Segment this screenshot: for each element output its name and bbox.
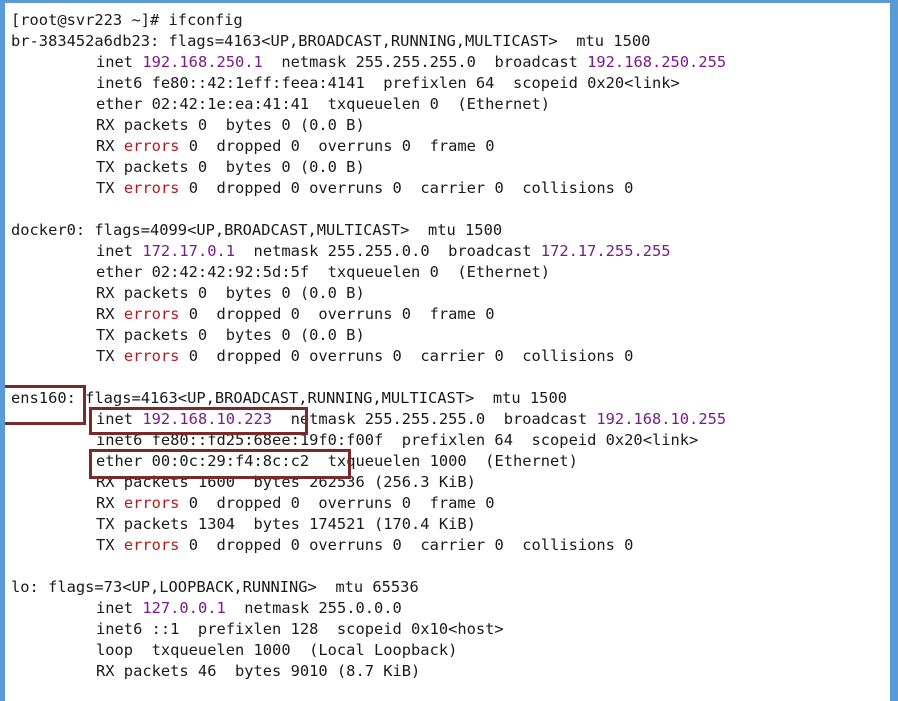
errors-keyword: errors <box>123 137 180 155</box>
tx-label: TX <box>96 179 124 197</box>
inet-line: inet 127.0.0.1 netmask 255.0.0.0 <box>96 598 402 619</box>
errors-keyword: errors <box>123 305 180 323</box>
tx-errors-values: 0 dropped 0 overruns 0 carrier 0 collisi… <box>179 536 634 554</box>
inet6-line: inet6 fe80::42:1eff:feea:4141 prefixlen … <box>96 74 680 92</box>
inet-address-highlight-box <box>89 407 308 435</box>
tx-errors-values: 0 dropped 0 overruns 0 carrier 0 collisi… <box>179 347 634 365</box>
inet-line: inet 172.17.0.1 netmask 255.255.0.0 broa… <box>96 241 671 262</box>
netmask-text: netmask 255.255.255.0 broadcast <box>272 410 597 428</box>
rx-label: RX <box>96 305 124 323</box>
tx-packets-line: TX packets 1304 bytes 174521 (170.4 KiB) <box>96 515 476 533</box>
interface-flags: : flags=73<UP,LOOPBACK,RUNNING> mtu 6553… <box>29 578 419 596</box>
rx-packets-line: RX packets 0 bytes 0 (0.0 B) <box>96 116 365 134</box>
netmask-text: netmask 255.0.0.0 <box>225 599 402 617</box>
rx-errors-line: RX errors 0 dropped 0 overruns 0 frame 0 <box>96 493 494 514</box>
interface-flags: : flags=4163<UP,BROADCAST,RUNNING,MULTIC… <box>150 32 651 50</box>
rx-label: RX <box>96 137 124 155</box>
rx-packets-line: RX packets 46 bytes 9010 (8.7 KiB) <box>96 662 421 680</box>
interface-flags: : flags=4099<UP,BROADCAST,MULTICAST> mtu… <box>75 221 503 239</box>
window-border-right <box>890 0 898 701</box>
inet-line: inet 192.168.250.1 netmask 255.255.255.0… <box>96 52 726 73</box>
mac-address-highlight-box <box>89 449 351 479</box>
tx-errors-line: TX errors 0 dropped 0 overruns 0 carrier… <box>96 535 633 556</box>
ether-line: ether 02:42:1e:ea:41:41 txqueuelen 0 (Et… <box>96 95 551 113</box>
inet-address: 127.0.0.1 <box>142 599 226 617</box>
errors-keyword: errors <box>123 179 180 197</box>
inet-address: 172.17.0.1 <box>142 242 236 260</box>
interface-header-line: lo: flags=73<UP,LOOPBACK,RUNNING> mtu 65… <box>11 577 419 598</box>
rx-label: RX <box>96 494 124 512</box>
loop-line: loop txqueuelen 1000 (Local Loopback) <box>96 641 458 659</box>
interface-name-highlight-box <box>5 385 86 425</box>
inet-label: inet <box>96 599 143 617</box>
command-prompt-line: [root@svr223 ~]# ifconfig <box>11 10 243 31</box>
rx-packets-line: RX packets 0 bytes 0 (0.0 B) <box>96 284 365 302</box>
interface-header-line: docker0: flags=4099<UP,BROADCAST,MULTICA… <box>11 220 502 241</box>
tx-packets-line: TX packets 0 bytes 0 (0.0 B) <box>96 326 365 344</box>
tx-label: TX <box>96 347 124 365</box>
tx-label: TX <box>96 536 124 554</box>
broadcast-address: 172.17.255.255 <box>540 242 671 260</box>
interface-name: docker0 <box>11 221 76 239</box>
errors-keyword: errors <box>123 494 180 512</box>
interface-flags: : flags=4163<UP,BROADCAST,RUNNING,MULTIC… <box>66 389 567 407</box>
tx-packets-line: TX packets 0 bytes 0 (0.0 B) <box>96 158 365 176</box>
inet-label: inet <box>96 242 143 260</box>
tx-errors-values: 0 dropped 0 overruns 0 carrier 0 collisi… <box>179 179 634 197</box>
interface-header-line: br-383452a6db23: flags=4163<UP,BROADCAST… <box>11 31 650 52</box>
rx-errors-line: RX errors 0 dropped 0 overruns 0 frame 0 <box>96 304 494 325</box>
inet-label: inet <box>96 53 143 71</box>
errors-keyword: errors <box>123 536 180 554</box>
broadcast-address: 192.168.250.255 <box>587 53 727 71</box>
shell-prompt: [root@svr223 ~]# <box>11 11 169 29</box>
tx-errors-line: TX errors 0 dropped 0 overruns 0 carrier… <box>96 346 633 367</box>
rx-errors-values: 0 dropped 0 overruns 0 frame 0 <box>179 305 495 323</box>
inet6-line: inet6 ::1 prefixlen 128 scopeid 0x10<hos… <box>96 620 504 638</box>
command-text: ifconfig <box>168 11 243 29</box>
inet-address: 192.168.250.1 <box>142 53 263 71</box>
interface-header-line: ens160: flags=4163<UP,BROADCAST,RUNNING,… <box>11 388 567 409</box>
rx-errors-values: 0 dropped 0 overruns 0 frame 0 <box>179 137 495 155</box>
rx-errors-values: 0 dropped 0 overruns 0 frame 0 <box>179 494 495 512</box>
interface-name: lo <box>11 578 30 596</box>
rx-errors-line: RX errors 0 dropped 0 overruns 0 frame 0 <box>96 136 494 157</box>
netmask-text: netmask 255.255.255.0 broadcast <box>262 53 588 71</box>
tx-errors-line: TX errors 0 dropped 0 overruns 0 carrier… <box>96 178 633 199</box>
interface-name: br-383452a6db23 <box>11 32 150 50</box>
terminal-output[interactable]: [root@svr223 ~]# ifconfig br-383452a6db2… <box>5 3 890 701</box>
netmask-text: netmask 255.255.0.0 broadcast <box>235 242 541 260</box>
broadcast-address: 192.168.10.255 <box>596 410 727 428</box>
ether-line: ether 02:42:42:92:5d:5f txqueuelen 0 (Et… <box>96 263 551 281</box>
errors-keyword: errors <box>123 347 180 365</box>
